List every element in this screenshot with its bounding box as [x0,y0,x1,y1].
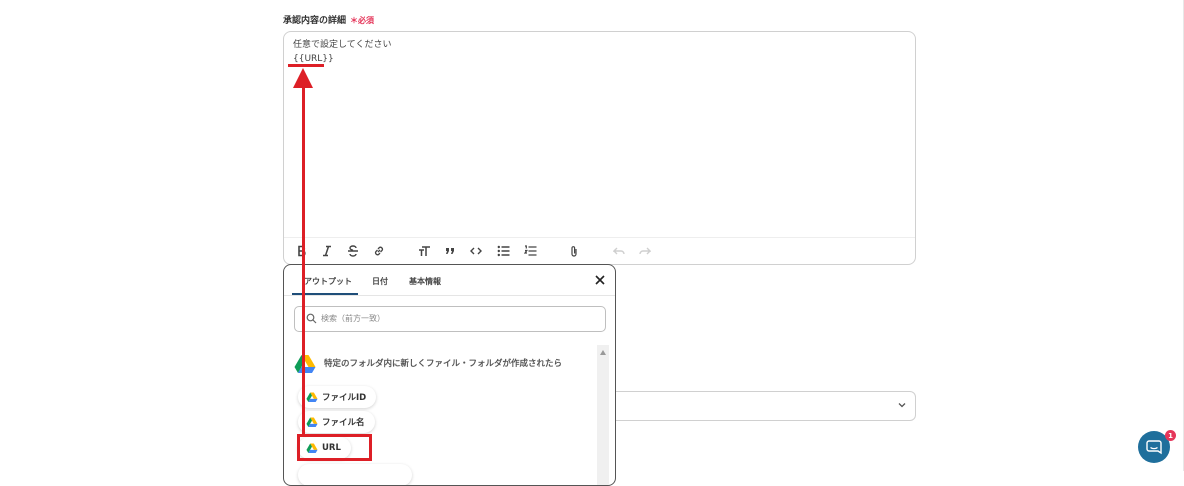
search-box [294,306,606,332]
chevron-down-icon [898,403,906,408]
link-icon[interactable] [370,242,388,260]
bullet-list-icon[interactable] [494,242,512,260]
output-chip-file-name[interactable]: ファイル名 [298,411,375,433]
detail-editor[interactable]: 任意で設定してください {{URL}} [283,31,916,265]
code-icon[interactable] [467,242,485,260]
numbered-list-icon[interactable] [521,242,539,260]
popup-scrollbar[interactable] [597,345,609,485]
google-drive-icon [294,354,316,373]
close-icon[interactable] [593,273,607,287]
annotation-highlight-box [297,434,372,461]
select-field[interactable] [600,391,916,421]
scroll-up-icon[interactable] [600,350,606,355]
strikethrough-icon[interactable] [344,242,362,260]
chat-icon [1146,439,1162,454]
quote-icon[interactable] [441,242,459,260]
chip-label: ファイルID [322,393,367,403]
trigger-section-header[interactable]: 特定のフォルダ内に新しくファイル・フォルダが作成されたら [294,353,562,373]
annotation-arrow-shaft [302,86,305,434]
attach-icon[interactable] [565,242,583,260]
output-chip-file-id[interactable]: ファイルID [298,386,377,408]
required-badge: ＊必須 [350,16,375,25]
section-title: 特定のフォルダ内に新しくファイル・フォルダが作成されたら [324,359,563,369]
field-label: 承認内容の詳細 ＊必須 [283,13,374,26]
tab-basic-info[interactable]: 基本情報 [409,276,441,287]
search-input[interactable] [321,310,591,326]
annotation-underline [288,64,324,67]
tab-output[interactable]: アウトプット [292,276,358,295]
output-chip-partial[interactable] [298,464,412,485]
redo-icon[interactable] [636,242,654,260]
search-icon [306,313,317,324]
text-size-icon[interactable] [415,242,433,260]
google-drive-icon [306,417,318,427]
field-label-text: 承認内容の詳細 [283,16,347,26]
editor-toolbar [284,237,915,265]
italic-icon[interactable] [318,242,336,260]
editor-content[interactable]: 任意で設定してください {{URL}} [293,38,391,66]
tab-date[interactable]: 日付 [372,276,388,287]
notification-badge: 1 [1165,430,1176,441]
google-drive-icon [306,392,318,402]
undo-icon[interactable] [610,242,628,260]
popup-tabs: アウトプット 日付 基本情報 [284,265,615,296]
editor-line-placeholder: 任意で設定してください [293,40,392,50]
chip-label: ファイル名 [322,418,365,428]
annotation-arrowhead [293,68,313,88]
